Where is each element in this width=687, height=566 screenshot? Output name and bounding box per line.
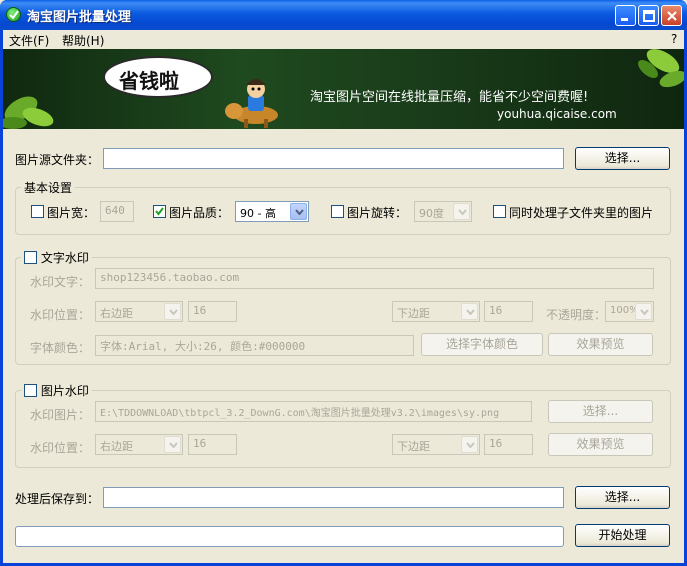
text-watermark-text-input[interactable]: shop123456.taobao.com bbox=[95, 268, 654, 289]
image-watermark-h-input[interactable]: 16 bbox=[188, 434, 237, 455]
text-watermark-v-select[interactable]: 下边距 bbox=[392, 301, 480, 322]
text-watermark-h-select-value: 右边距 bbox=[100, 307, 133, 320]
width-label: 图片宽： bbox=[47, 206, 96, 220]
text-watermark-position-label: 水印位置： bbox=[30, 308, 91, 322]
quality-select[interactable]: 90 - 高 bbox=[235, 201, 309, 222]
source-choose-button[interactable]: 选择... bbox=[575, 147, 670, 170]
rotate-select[interactable]: 90度 bbox=[414, 201, 472, 222]
quality-checkbox[interactable] bbox=[153, 205, 166, 218]
image-watermark-v-input[interactable]: 16 bbox=[484, 434, 533, 455]
text-watermark-v-input[interactable]: 16 bbox=[484, 301, 533, 322]
horse-rider-icon bbox=[225, 79, 278, 128]
text-watermark-checkbox[interactable] bbox=[24, 251, 37, 264]
rotate-checkbox[interactable] bbox=[331, 205, 344, 218]
subfolder-checkbox[interactable] bbox=[493, 205, 506, 218]
source-folder-input[interactable] bbox=[103, 148, 564, 169]
window-title: 淘宝图片批量处理 bbox=[27, 10, 132, 25]
dropdown-arrow-icon[interactable] bbox=[461, 303, 478, 320]
maximize-button[interactable] bbox=[638, 5, 659, 26]
text-watermark-h-select[interactable]: 右边距 bbox=[95, 301, 183, 322]
text-watermark-header: 文字水印 bbox=[21, 249, 92, 266]
image-watermark-preview-button[interactable]: 效果预览 bbox=[548, 433, 653, 456]
text-watermark-text-label: 水印文字： bbox=[30, 275, 91, 289]
dropdown-arrow-icon[interactable] bbox=[164, 303, 181, 320]
start-processing-button[interactable]: 开始处理 bbox=[575, 524, 670, 547]
width-checkbox[interactable] bbox=[31, 205, 44, 218]
checkmark-icon bbox=[155, 207, 164, 216]
dropdown-arrow-icon[interactable] bbox=[461, 436, 478, 453]
image-watermark-checkbox[interactable] bbox=[24, 384, 37, 397]
image-watermark-path-input[interactable]: E:\TDDOWNLOAD\tbtpcl_3.2_DownG.com\淘宝图片批… bbox=[95, 401, 532, 422]
opacity-label: 不透明度： bbox=[546, 308, 607, 322]
basic-settings-title: 基本设置 bbox=[21, 179, 76, 196]
banner: 省钱啦 淘宝图片空间在线批量压缩，能省不少空间费喔! youhua.qicais… bbox=[3, 49, 684, 129]
rotate-label: 图片旋转： bbox=[347, 206, 408, 220]
banner-tagline: 淘宝图片空间在线批量压缩，能省不少空间费喔! bbox=[310, 90, 589, 105]
font-color-label: 字体颜色： bbox=[30, 341, 91, 355]
leaf-right-icon bbox=[638, 49, 684, 88]
image-watermark-h-select[interactable]: 右边距 bbox=[95, 434, 183, 455]
output-choose-button[interactable]: 选择... bbox=[575, 486, 670, 509]
client-area: 文件(F) 帮助(H) ? 省钱啦 淘宝图片空间在线批量压缩，能省不少空间费喔!… bbox=[3, 30, 684, 563]
text-watermark-preview-button[interactable]: 效果预览 bbox=[548, 333, 653, 356]
image-watermark-v-select[interactable]: 下边距 bbox=[392, 434, 480, 455]
image-watermark-position-label: 水印位置： bbox=[30, 441, 91, 455]
text-watermark-h-input[interactable]: 16 bbox=[188, 301, 237, 322]
choose-font-color-button[interactable]: 选择字体颜色 bbox=[421, 333, 543, 356]
image-watermark-title: 图片水印 bbox=[40, 384, 89, 398]
dropdown-arrow-icon[interactable] bbox=[164, 436, 181, 453]
image-watermark-choose-button[interactable]: 选择... bbox=[548, 400, 653, 423]
close-button[interactable] bbox=[661, 5, 682, 26]
font-color-input[interactable]: 字体:Arial, 大小:26, 颜色:#000000 bbox=[95, 335, 414, 356]
app-check-icon bbox=[6, 7, 21, 22]
menu-bar: 文件(F) 帮助(H) ? bbox=[3, 30, 684, 49]
quality-label: 图片品质： bbox=[169, 206, 230, 220]
subfolder-label: 同时处理子文件夹里的图片 bbox=[509, 206, 654, 220]
image-watermark-v-select-value: 下边距 bbox=[397, 440, 430, 453]
image-watermark-header: 图片水印 bbox=[21, 382, 92, 399]
progress-bar bbox=[15, 526, 564, 547]
app-window: 淘宝图片批量处理 文件(F) 帮助(H) ? 省钱啦 淘宝图片空间在线批量压缩，… bbox=[0, 0, 687, 566]
rotate-select-value: 90度 bbox=[419, 207, 444, 220]
menu-file[interactable]: 文件(F) bbox=[9, 32, 49, 49]
title-bar[interactable]: 淘宝图片批量处理 bbox=[0, 0, 687, 30]
dropdown-arrow-icon[interactable] bbox=[635, 303, 652, 320]
image-watermark-h-select-value: 右边距 bbox=[100, 440, 133, 453]
dropdown-arrow-icon[interactable] bbox=[453, 203, 470, 220]
bubble-text: 省钱啦 bbox=[119, 69, 179, 93]
text-watermark-title: 文字水印 bbox=[40, 251, 89, 265]
dropdown-arrow-icon[interactable] bbox=[290, 203, 307, 220]
source-folder-label: 图片源文件夹： bbox=[15, 153, 100, 167]
text-watermark-v-select-value: 下边距 bbox=[397, 307, 430, 320]
image-watermark-image-label: 水印图片： bbox=[30, 408, 91, 422]
help-question-mark[interactable]: ? bbox=[671, 32, 677, 46]
output-folder-label: 处理后保存到： bbox=[15, 492, 100, 506]
output-folder-input[interactable] bbox=[103, 487, 564, 508]
opacity-select[interactable]: 100% bbox=[605, 301, 654, 322]
width-input[interactable]: 640 bbox=[100, 201, 134, 222]
minimize-button[interactable] bbox=[615, 5, 636, 26]
quality-select-value: 90 - 高 bbox=[240, 207, 276, 220]
leaf-left-icon bbox=[3, 96, 54, 129]
banner-url: youhua.qicaise.com bbox=[497, 107, 617, 121]
menu-help[interactable]: 帮助(H) bbox=[62, 32, 104, 49]
